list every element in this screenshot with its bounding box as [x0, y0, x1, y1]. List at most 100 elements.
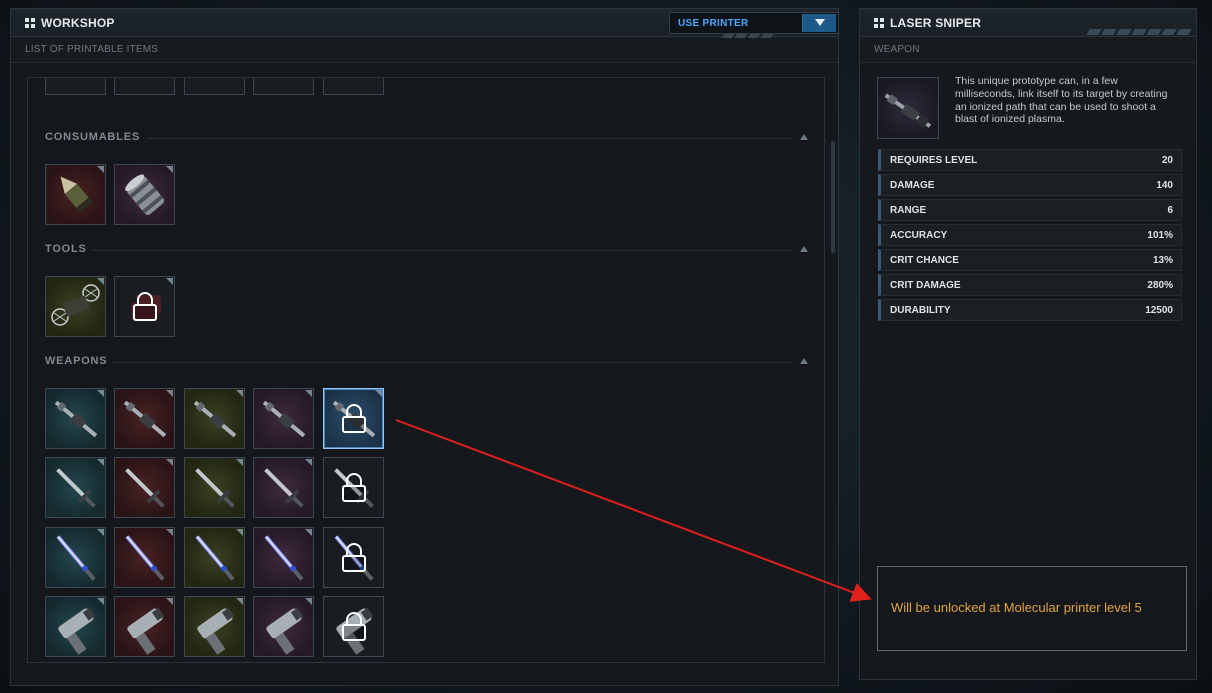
category-label: WEAPONS — [45, 355, 114, 367]
item-slot[interactable] — [114, 78, 175, 95]
item-slot-canister[interactable] — [114, 164, 175, 225]
stat-row: REQUIRES LEVEL 20 — [878, 149, 1182, 171]
item-slot[interactable] — [114, 527, 175, 588]
category-label: CONSUMABLES — [45, 131, 146, 143]
blade-icon — [56, 468, 96, 508]
blaster-icon — [197, 607, 235, 655]
item-slot[interactable] — [323, 596, 384, 657]
stat-value: 280% — [1147, 280, 1173, 291]
stat-row: RANGE 6 — [878, 199, 1182, 221]
blaster-icon — [127, 607, 165, 655]
item-slot-locked-tool[interactable] — [114, 276, 175, 337]
rifle-icon — [123, 400, 167, 438]
bullet-icon — [60, 176, 93, 213]
item-list: CONSUMABLES TOOLS WEAPONS — [27, 77, 825, 663]
printer-select-label: USE PRINTER — [678, 18, 749, 29]
stat-key: ACCURACY — [890, 230, 948, 241]
detail-title: LASER SNIPER — [890, 16, 982, 30]
header-stripe-decoration — [1086, 29, 1192, 35]
blade-icon — [125, 468, 165, 508]
printer-select-dropdown[interactable]: USE PRINTER — [669, 12, 839, 34]
blaster-icon — [266, 607, 304, 655]
collapse-arrow-icon[interactable] — [800, 358, 808, 364]
stat-row: ACCURACY 101% — [878, 224, 1182, 246]
stat-value: 140 — [1156, 180, 1173, 191]
lock-icon — [342, 612, 366, 641]
stat-row: DAMAGE 140 — [878, 174, 1182, 196]
laser-sniper-icon — [884, 93, 932, 128]
stat-key: DAMAGE — [890, 180, 935, 191]
item-slot[interactable] — [253, 388, 314, 449]
item-slot[interactable] — [253, 78, 314, 95]
item-slot[interactable] — [184, 388, 245, 449]
item-slot[interactable] — [45, 457, 106, 518]
stat-value: 20 — [1161, 155, 1173, 166]
category-label: TOOLS — [45, 243, 93, 255]
item-slot[interactable] — [114, 596, 175, 657]
grid-icon — [25, 18, 35, 28]
unlock-message: Will be unlocked at Molecular printer le… — [891, 600, 1142, 615]
lock-icon — [342, 543, 366, 572]
collapse-arrow-icon[interactable] — [800, 134, 808, 140]
detail-header: LASER SNIPER — [860, 9, 1196, 37]
category-tools: TOOLS — [45, 243, 808, 259]
stat-key: CRIT DAMAGE — [890, 280, 961, 291]
blade-icon — [264, 468, 304, 508]
item-slot[interactable] — [184, 596, 245, 657]
rifle-icon — [193, 400, 237, 438]
item-slot[interactable] — [45, 78, 106, 95]
item-slot-bullet[interactable] — [45, 164, 106, 225]
workshop-header: WORKSHOP USE PRINTER — [11, 9, 839, 37]
grid-icon — [874, 18, 884, 28]
item-slot[interactable] — [114, 457, 175, 518]
item-slot[interactable] — [45, 388, 106, 449]
collapse-arrow-icon[interactable] — [800, 246, 808, 252]
item-slot[interactable] — [184, 527, 245, 588]
item-slot[interactable] — [184, 78, 245, 95]
stat-row: CRIT DAMAGE 280% — [878, 274, 1182, 296]
item-slot[interactable] — [323, 457, 384, 518]
item-description: This unique prototype can, in a few mill… — [955, 75, 1168, 126]
stat-value: 13% — [1152, 255, 1173, 266]
blaster-icon — [58, 607, 96, 655]
blade-icon — [195, 468, 235, 508]
header-stripe-decoration — [721, 34, 774, 38]
item-slot[interactable] — [114, 388, 175, 449]
workshop-panel: WORKSHOP USE PRINTER LIST OF PRINTABLE I… — [10, 8, 839, 686]
chevron-down-icon — [815, 19, 825, 26]
lock-icon — [342, 404, 366, 433]
stat-value: 12500 — [1145, 305, 1173, 316]
stats-table: REQUIRES LEVEL 20 DAMAGE 140 RANGE 6 ACCURA… — [878, 149, 1182, 324]
saber-icon — [125, 535, 165, 581]
item-slot[interactable] — [45, 527, 106, 588]
item-slot-laser-sniper[interactable] — [323, 388, 384, 449]
lock-icon — [342, 473, 366, 502]
rifle-icon — [54, 400, 98, 438]
detail-subtitle: WEAPON — [874, 44, 920, 55]
item-detail-panel: LASER SNIPER WEAPON This unique prototyp… — [859, 8, 1197, 680]
item-slot[interactable] — [253, 457, 314, 518]
drone-icon — [51, 284, 100, 326]
rifle-icon — [262, 400, 306, 438]
item-slot[interactable] — [323, 527, 384, 588]
item-slot-drone[interactable] — [45, 276, 106, 337]
stat-value: 6 — [1167, 205, 1173, 216]
category-weapons: WEAPONS — [45, 355, 808, 371]
stat-key: CRIT CHANCE — [890, 255, 959, 266]
stat-key: REQUIRES LEVEL — [890, 155, 978, 166]
item-slot[interactable] — [45, 596, 106, 657]
workshop-title: WORKSHOP — [41, 16, 115, 30]
item-slot[interactable] — [323, 78, 384, 95]
saber-icon — [195, 535, 235, 581]
scrollbar[interactable] — [831, 141, 835, 253]
lock-icon — [133, 292, 157, 321]
item-preview — [877, 77, 939, 139]
item-slot[interactable] — [253, 596, 314, 657]
unlock-info-box: Will be unlocked at Molecular printer le… — [877, 566, 1187, 651]
stat-key: DURABILITY — [890, 305, 951, 316]
canister-icon — [125, 174, 165, 215]
category-consumables: CONSUMABLES — [45, 131, 808, 147]
item-slot[interactable] — [184, 457, 245, 518]
dropdown-button[interactable] — [802, 14, 836, 32]
item-slot[interactable] — [253, 527, 314, 588]
